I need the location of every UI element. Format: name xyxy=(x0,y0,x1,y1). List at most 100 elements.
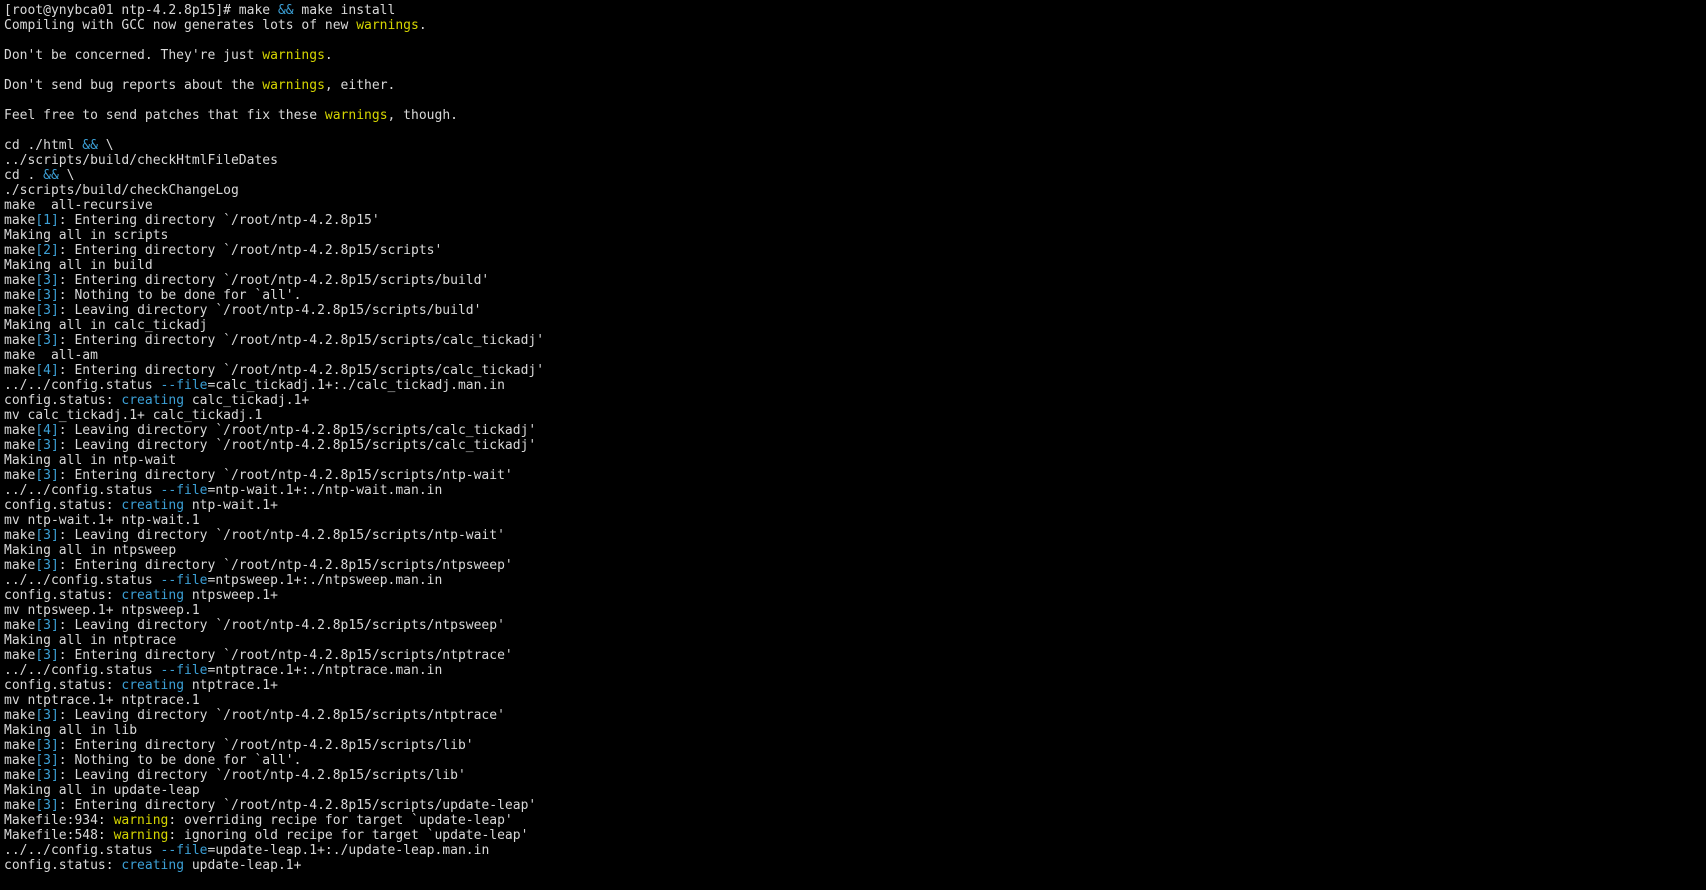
highlighted-text: [3] xyxy=(35,333,59,348)
terminal-line: make[1]: Entering directory `/root/ntp-4… xyxy=(4,213,1706,228)
terminal-text: make xyxy=(4,438,36,453)
terminal-text: ../../config.status xyxy=(4,843,161,858)
terminal-text: make xyxy=(4,738,36,753)
highlighted-text: [3] xyxy=(35,468,59,483)
terminal-text: Making all in ntp-wait xyxy=(4,453,177,468)
terminal-text: Making all in lib xyxy=(4,723,138,738)
terminal-line: make[3]: Leaving directory `/root/ntp-4.… xyxy=(4,708,1706,723)
highlighted-text: creating xyxy=(121,678,185,693)
terminal-line: Making all in ntp-wait xyxy=(4,453,1706,468)
terminal-text: : Leaving directory `/root/ntp-4.2.8p15/… xyxy=(58,438,537,453)
terminal-text: , either. xyxy=(324,78,396,93)
terminal-line: make[3]: Entering directory `/root/ntp-4… xyxy=(4,648,1706,663)
terminal-line: ../../config.status --file=update-leap.1… xyxy=(4,843,1706,858)
terminal-line: Makefile:548: warning: ignoring old reci… xyxy=(4,828,1706,843)
terminal-line: config.status: creating ntptrace.1+ xyxy=(4,678,1706,693)
highlighted-text: [3] xyxy=(35,618,59,633)
highlighted-text: [4] xyxy=(35,423,59,438)
highlighted-text: [1] xyxy=(35,213,59,228)
terminal-line: config.status: creating ntp-wait.1+ xyxy=(4,498,1706,513)
terminal-line: make[3]: Leaving directory `/root/ntp-4.… xyxy=(4,768,1706,783)
terminal-text: Making all in scripts xyxy=(4,228,169,243)
terminal-text: ../scripts/build/checkHtmlFileDates xyxy=(4,153,278,168)
terminal-text: : Entering directory `/root/ntp-4.2.8p15… xyxy=(58,273,490,288)
terminal-line: make[3]: Leaving directory `/root/ntp-4.… xyxy=(4,303,1706,318)
terminal-text: config.status: xyxy=(4,393,122,408)
terminal-line: make[3]: Entering directory `/root/ntp-4… xyxy=(4,273,1706,288)
terminal-line: make[3]: Entering directory `/root/ntp-4… xyxy=(4,738,1706,753)
terminal-line: Don't be concerned. They're just warning… xyxy=(4,48,1706,63)
terminal-text: make xyxy=(4,468,36,483)
terminal-text: : ignoring old recipe for target `update… xyxy=(168,828,529,843)
terminal-line: Making all in ntpsweep xyxy=(4,543,1706,558)
terminal-line: make[3]: Leaving directory `/root/ntp-4.… xyxy=(4,438,1706,453)
highlighted-text: [3] xyxy=(35,303,59,318)
terminal-text: ntp-wait.1+ xyxy=(184,498,278,513)
terminal-text: : Entering directory `/root/ntp-4.2.8p15… xyxy=(58,558,513,573)
terminal-text: Making all in calc_tickadj xyxy=(4,318,208,333)
terminal-line: mv ntptrace.1+ ntptrace.1 xyxy=(4,693,1706,708)
terminal-text: make xyxy=(4,273,36,288)
terminal-text: make all-am xyxy=(4,348,98,363)
highlighted-text: creating xyxy=(121,588,185,603)
terminal-line: cd . && \ xyxy=(4,168,1706,183)
terminal-text: make xyxy=(4,798,36,813)
terminal-text: ntptrace.1+ xyxy=(184,678,278,693)
terminal-text: \ xyxy=(58,168,75,183)
terminal-text: make xyxy=(4,423,36,438)
terminal-text: : Leaving directory `/root/ntp-4.2.8p15/… xyxy=(58,708,505,723)
terminal-text: config.status: xyxy=(4,678,122,693)
terminal-line: ../scripts/build/checkHtmlFileDates xyxy=(4,153,1706,168)
terminal-text: make xyxy=(4,618,36,633)
terminal-text: , though. xyxy=(387,108,458,123)
terminal-text: Feel free to send patches that fix these xyxy=(4,108,325,123)
terminal-text: make xyxy=(4,708,36,723)
terminal-text: make xyxy=(4,558,36,573)
terminal-text: ../../config.status xyxy=(4,663,161,678)
terminal-line: [root@ynybca01 ntp-4.2.8p15]# make && ma… xyxy=(4,3,1706,18)
terminal-line: make[3]: Leaving directory `/root/ntp-4.… xyxy=(4,618,1706,633)
terminal-text: make xyxy=(4,528,36,543)
terminal-text: make xyxy=(4,753,36,768)
highlighted-text: [3] xyxy=(35,528,59,543)
terminal-line: Making all in lib xyxy=(4,723,1706,738)
warning-text: warning xyxy=(113,813,169,828)
terminal-text: config.status: xyxy=(4,858,122,873)
terminal-line: make[4]: Leaving directory `/root/ntp-4.… xyxy=(4,423,1706,438)
terminal-text: Making all in ntptrace xyxy=(4,633,177,648)
terminal-text: : Nothing to be done for `all'. xyxy=(58,288,302,303)
terminal-text: : Leaving directory `/root/ntp-4.2.8p15/… xyxy=(58,423,537,438)
terminal-text: : Entering directory `/root/ntp-4.2.8p15… xyxy=(58,213,380,228)
terminal-line: ../../config.status --file=ntptrace.1+:.… xyxy=(4,663,1706,678)
terminal-text: : Entering directory `/root/ntp-4.2.8p15… xyxy=(58,738,474,753)
terminal-text: : Leaving directory `/root/ntp-4.2.8p15/… xyxy=(58,528,505,543)
terminal-text: =ntpsweep.1+:./ntpsweep.man.in xyxy=(207,573,443,588)
terminal-line: config.status: creating calc_tickadj.1+ xyxy=(4,393,1706,408)
terminal-line: mv calc_tickadj.1+ calc_tickadj.1 xyxy=(4,408,1706,423)
terminal-line: make[3]: Entering directory `/root/ntp-4… xyxy=(4,333,1706,348)
terminal-text: Compiling with GCC now generates lots of… xyxy=(4,18,357,33)
terminal-output[interactable]: [root@ynybca01 ntp-4.2.8p15]# make && ma… xyxy=(0,0,1706,890)
terminal-text: : Leaving directory `/root/ntp-4.2.8p15/… xyxy=(58,303,482,318)
highlighted-text: [3] xyxy=(35,288,59,303)
highlighted-text: [2] xyxy=(35,243,59,258)
highlighted-text: --file xyxy=(160,573,208,588)
terminal-text: make xyxy=(4,288,36,303)
terminal-text: [root@ynybca01 ntp-4.2.8p15]# make xyxy=(4,3,278,18)
highlighted-text: [3] xyxy=(35,273,59,288)
terminal-text: make xyxy=(4,303,36,318)
terminal-line: mv ntp-wait.1+ ntp-wait.1 xyxy=(4,513,1706,528)
terminal-text: Making all in build xyxy=(4,258,153,273)
terminal-text: Making all in update-leap xyxy=(4,783,200,798)
terminal-line: make[2]: Entering directory `/root/ntp-4… xyxy=(4,243,1706,258)
terminal-text: mv ntptrace.1+ ntptrace.1 xyxy=(4,693,200,708)
terminal-line: Making all in calc_tickadj xyxy=(4,318,1706,333)
highlighted-text: --file xyxy=(160,663,208,678)
terminal-text: Makefile:934: xyxy=(4,813,114,828)
highlighted-text: && xyxy=(43,168,59,183)
terminal-line: Makefile:934: warning: overriding recipe… xyxy=(4,813,1706,828)
terminal-text: make xyxy=(4,213,36,228)
terminal-line: Compiling with GCC now generates lots of… xyxy=(4,18,1706,33)
terminal-text: mv ntpsweep.1+ ntpsweep.1 xyxy=(4,603,200,618)
highlighted-text: creating xyxy=(121,498,185,513)
